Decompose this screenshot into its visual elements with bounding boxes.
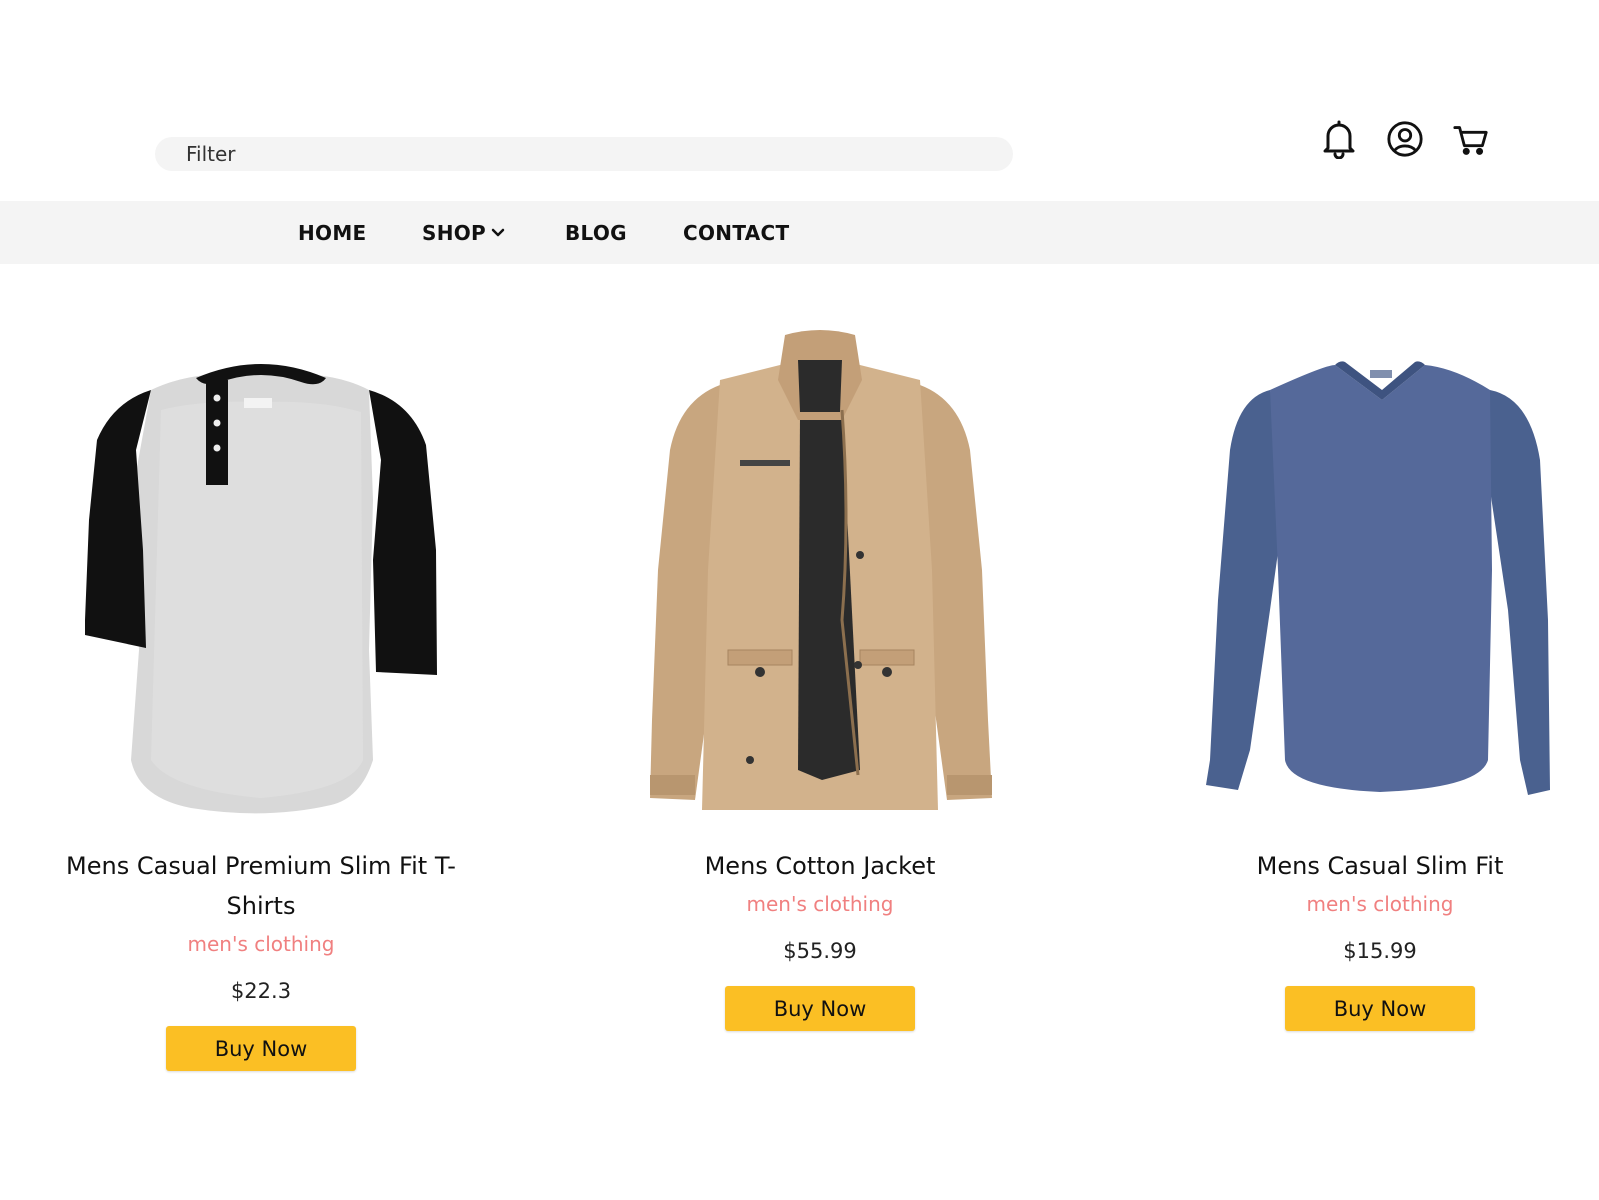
bell-icon[interactable] bbox=[1320, 118, 1358, 160]
buy-now-button[interactable]: Buy Now bbox=[1285, 986, 1475, 1031]
header bbox=[0, 0, 1599, 196]
nav-blog[interactable]: BLOG bbox=[565, 201, 627, 264]
product-image-blue-vneck-longsleeve[interactable] bbox=[1120, 320, 1599, 840]
product-title[interactable]: Mens Casual Premium Slim Fit T-Shirts bbox=[1, 846, 521, 926]
product-card: Mens Casual Slim Fit men's clothing $15.… bbox=[1120, 320, 1599, 1031]
product-category: men's clothing bbox=[746, 892, 894, 916]
user-icon[interactable] bbox=[1386, 118, 1424, 160]
nav-shop[interactable]: SHOP bbox=[422, 201, 505, 264]
nav-contact[interactable]: CONTACT bbox=[683, 201, 789, 264]
buy-now-button[interactable]: Buy Now bbox=[725, 986, 915, 1031]
product-price: $22.3 bbox=[230, 979, 292, 1003]
product-category: men's clothing bbox=[1306, 892, 1454, 916]
nav-contact-label: CONTACT bbox=[683, 220, 790, 245]
cart-icon[interactable] bbox=[1452, 118, 1490, 160]
product-price: $55.99 bbox=[783, 939, 857, 963]
nav-home-label: HOME bbox=[298, 220, 367, 245]
product-price: $15.99 bbox=[1343, 939, 1417, 963]
product-category: men's clothing bbox=[187, 932, 335, 956]
nav-home[interactable]: HOME bbox=[298, 201, 367, 264]
nav-shop-label: SHOP bbox=[422, 220, 487, 245]
product-title[interactable]: Mens Casual Slim Fit bbox=[1120, 846, 1599, 886]
search-bar[interactable] bbox=[155, 137, 1013, 171]
product-card: Mens Casual Premium Slim Fit T-Shirts me… bbox=[1, 320, 521, 1071]
nav-blog-label: BLOG bbox=[565, 220, 627, 245]
product-image-khaki-cotton-jacket[interactable] bbox=[560, 320, 1080, 840]
product-title[interactable]: Mens Cotton Jacket bbox=[560, 846, 1080, 886]
buy-now-button[interactable]: Buy Now bbox=[166, 1026, 356, 1071]
header-icons bbox=[1320, 118, 1490, 160]
search-input[interactable] bbox=[184, 141, 1013, 167]
product-card: Mens Cotton Jacket men's clothing $55.99… bbox=[560, 320, 1080, 1031]
chevron-down-icon bbox=[491, 228, 505, 238]
main-nav: HOME SHOP BLOG CONTACT bbox=[0, 201, 1599, 264]
product-image-raglan-henley-tshirt[interactable] bbox=[1, 320, 521, 840]
